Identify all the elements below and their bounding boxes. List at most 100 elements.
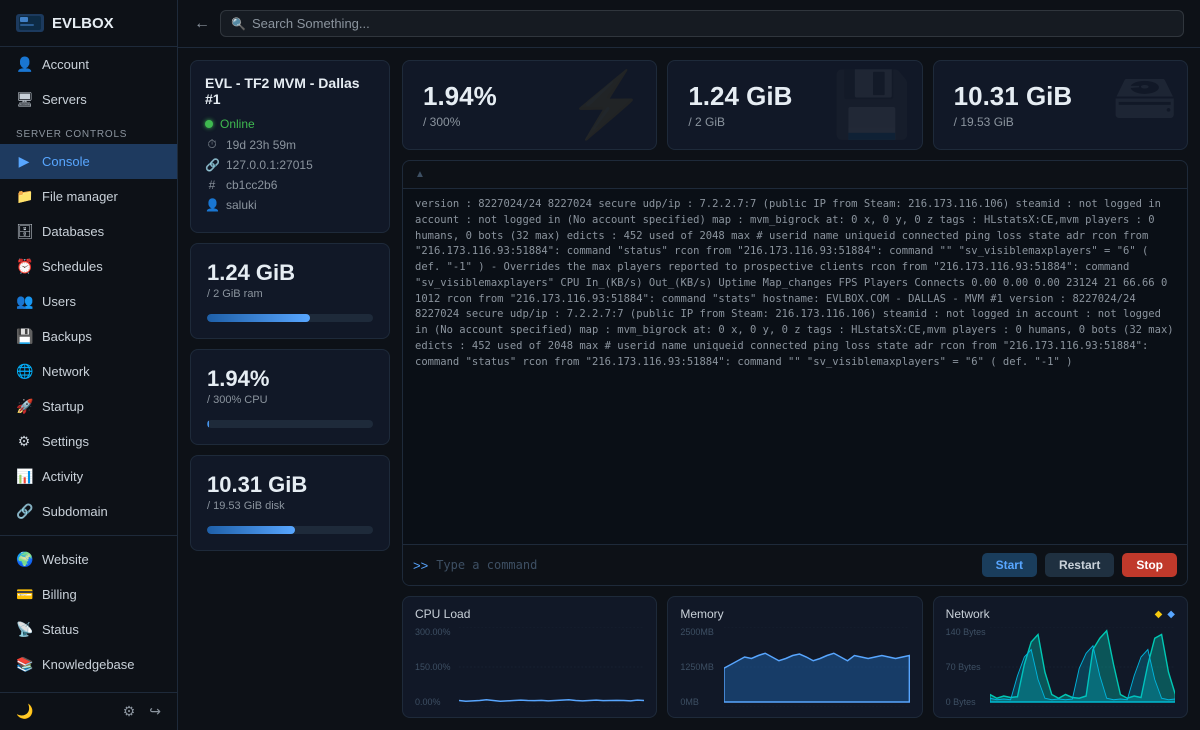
sidebar-item-label: Network	[42, 364, 90, 379]
memory-chart-svg	[724, 627, 909, 707]
sidebar-item-servers[interactable]: 🖥 Servers	[0, 82, 177, 117]
top-cpu-card: ⚡ 1.94% / 300%	[402, 60, 657, 150]
status-dot	[205, 120, 213, 128]
sidebar-item-users[interactable]: 👥 Users	[0, 284, 177, 319]
charts-row: CPU Load 300.00% 150.00% 0.00%	[402, 596, 1188, 718]
console-prompt-icon: >>	[413, 558, 428, 573]
top-ram-card: 💾 1.24 GiB / 2 GiB	[667, 60, 922, 150]
sidebar-item-startup[interactable]: 🚀 Startup	[0, 389, 177, 424]
status-icon: 📡	[16, 621, 32, 638]
network-chart-inner	[990, 627, 1175, 707]
console-scroll-indicator: ▲	[415, 169, 425, 180]
ram-bar	[207, 314, 373, 322]
sidebar-item-label: Status	[42, 622, 79, 637]
start-button[interactable]: Start	[982, 553, 1037, 577]
console-panel: ▲ version : 8227024/24 8227024 secure ud…	[402, 160, 1188, 586]
schedules-icon: ⏰	[16, 258, 32, 275]
sidebar-item-website[interactable]: 🌍 Website	[0, 542, 177, 577]
website-icon: 🌍	[16, 551, 32, 568]
uptime-value: 19d 23h 59m	[226, 138, 296, 152]
network-chart: Network ◆ ◆ 140 Bytes 70 Bytes 0 Bytes	[933, 596, 1188, 718]
sidebar-top-items: 👤 Account 🖥 Servers	[0, 47, 177, 117]
sidebar-item-billing[interactable]: 💳 Billing	[0, 577, 177, 612]
dark-mode-icon[interactable]: 🌙	[16, 703, 33, 720]
disk-sub: / 19.53 GiB disk	[207, 500, 373, 512]
cpu-sub: / 300% CPU	[207, 394, 373, 406]
sidebar-item-label: File manager	[42, 189, 118, 204]
sidebar-bottom-items: 🌍 Website 💳 Billing 📡 Status 📚 Knowledge…	[0, 542, 177, 682]
ram-card: 1.24 GiB / 2 GiB ram	[190, 243, 390, 339]
billing-icon: 💳	[16, 586, 32, 603]
sidebar-item-label: Schedules	[42, 259, 103, 274]
memory-chart-title: Memory	[680, 607, 909, 621]
sidebar-item-label: Console	[42, 154, 90, 169]
ram-bar-fill	[207, 314, 310, 322]
network-out-icon: ◆	[1167, 609, 1175, 620]
sidebar-item-label: Startup	[42, 399, 84, 414]
disk-bar-fill	[207, 526, 295, 534]
server-status: Online	[205, 117, 375, 131]
sidebar-server-items: ▶ Console 📁 File manager 🗄 Databases ⏰ S…	[0, 144, 177, 529]
subdomain-icon: 🔗	[16, 503, 32, 520]
cpu-chart-svg	[459, 627, 644, 707]
ram-sub: / 2 GiB ram	[207, 288, 373, 300]
stop-button[interactable]: Stop	[1122, 553, 1177, 577]
restart-button[interactable]: Restart	[1045, 553, 1114, 577]
sidebar-item-backups[interactable]: 💾 Backups	[0, 319, 177, 354]
users-icon: 👥	[16, 293, 32, 310]
sidebar-item-label: Knowledgebase	[42, 657, 135, 672]
top-disk-bg-icon: 🖴	[1112, 60, 1177, 150]
sidebar: EVLBOX 👤 Account 🖥 Servers SERVER CONTRO…	[0, 0, 178, 730]
sidebar-item-subdomain[interactable]: 🔗 Subdomain	[0, 494, 177, 529]
search-bar[interactable]: 🔍	[220, 10, 1184, 37]
content-area: EVL - TF2 MVM - Dallas #1 Online ⏱ 19d 2…	[178, 48, 1200, 730]
right-panel: ⚡ 1.94% / 300% 💾 1.24 GiB / 2 GiB 🖴 10.3…	[402, 60, 1188, 718]
gear-icon[interactable]: ⚙	[123, 703, 136, 720]
sidebar-item-label: Subdomain	[42, 504, 108, 519]
sidebar-item-account[interactable]: 👤 Account	[0, 47, 177, 82]
sidebar-item-label: Account	[42, 57, 89, 72]
sidebar-item-databases[interactable]: 🗄 Databases	[0, 214, 177, 249]
logout-icon[interactable]: ↪	[149, 703, 161, 720]
server-user: 👤 saluki	[205, 198, 375, 212]
sidebar-item-console[interactable]: ▶ Console	[0, 144, 177, 179]
sidebar-item-activity[interactable]: 📊 Activity	[0, 459, 177, 494]
top-cpu-bg-icon: ⚡	[567, 68, 647, 143]
uptime-icon: ⏱	[205, 137, 219, 152]
logo-text: EVLBOX	[52, 15, 114, 32]
console-input[interactable]	[436, 558, 973, 572]
sidebar-item-label: Settings	[42, 434, 89, 449]
console-body[interactable]: version : 8227024/24 8227024 secure udp/…	[403, 189, 1187, 544]
left-column: EVL - TF2 MVM - Dallas #1 Online ⏱ 19d 2…	[190, 60, 390, 718]
server-info-card: EVL - TF2 MVM - Dallas #1 Online ⏱ 19d 2…	[190, 60, 390, 233]
logo: EVLBOX	[0, 0, 177, 47]
sidebar-item-label: Backups	[42, 329, 92, 344]
disk-bar	[207, 526, 373, 534]
server-address: 🔗 127.0.0.1:27015	[205, 158, 375, 172]
topbar: ← 🔍	[178, 0, 1200, 48]
back-button[interactable]: ←	[194, 15, 210, 33]
hash-value: cb1cc2b6	[226, 178, 277, 192]
sidebar-item-label: Users	[42, 294, 76, 309]
sidebar-item-schedules[interactable]: ⏰ Schedules	[0, 249, 177, 284]
network-in-icon: ◆	[1155, 609, 1163, 620]
address-value: 127.0.0.1:27015	[226, 158, 313, 172]
logo-icon	[16, 14, 44, 32]
sidebar-item-network[interactable]: 🌐 Network	[0, 354, 177, 389]
search-input[interactable]	[252, 16, 1173, 31]
sidebar-item-file-manager[interactable]: 📁 File manager	[0, 179, 177, 214]
sidebar-item-knowledgebase[interactable]: 📚 Knowledgebase	[0, 647, 177, 682]
network-icon: 🌐	[16, 363, 32, 380]
cpu-bar-fill	[207, 420, 209, 428]
disk-value: 10.31 GiB	[207, 472, 373, 498]
network-chart-area: 140 Bytes 70 Bytes 0 Bytes	[946, 627, 1175, 707]
search-icon: 🔍	[231, 17, 246, 31]
sidebar-item-status[interactable]: 📡 Status	[0, 612, 177, 647]
server-hash: # cb1cc2b6	[205, 178, 375, 192]
address-icon: 🔗	[205, 158, 219, 172]
sidebar-item-settings[interactable]: ⚙ Settings	[0, 424, 177, 459]
status-label: Online	[220, 117, 255, 131]
backups-icon: 💾	[16, 328, 32, 345]
servers-icon: 🖥	[16, 91, 32, 108]
sidebar-footer: 🌙 ⚙ ↪	[0, 692, 177, 730]
